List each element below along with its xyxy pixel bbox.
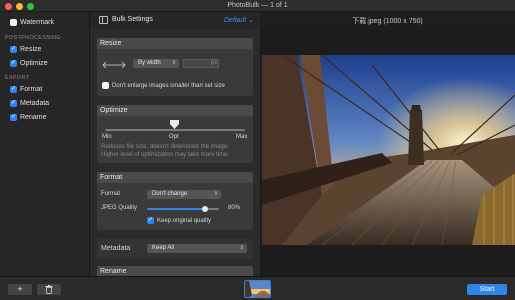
postprocessing-heading: POSTPROCESSING [5,35,61,41]
optimize-min-label: Min [102,134,112,140]
sidebar-item-watermark[interactable]: Watermark [10,18,54,27]
resize-checkbox[interactable]: ✓ [10,46,17,53]
resize-panel: Resize By width ⇕ px Don't enlarge image… [97,38,253,96]
optimize-desc-2: Higher level of optimization may take mo… [101,152,230,158]
format-select[interactable]: Don't change ⇕ [147,190,221,199]
preview-image [262,55,515,245]
jpeg-quality-slider-knob[interactable] [201,206,208,212]
sidebar-item-label: Watermark [20,19,54,26]
settings-panel: Resize By width ⇕ px Don't enlarge image… [90,30,260,276]
optimize-slider-knob[interactable] [170,120,179,129]
sidebar-toggle-icon[interactable] [99,16,108,24]
metadata-label: Metadata [101,245,131,252]
optimize-desc-1: Reduces file size, doesn't deteriorate t… [101,144,229,150]
rename-panel: Rename [97,266,253,276]
format-checkbox[interactable]: ✓ [10,86,17,93]
sidebar-item-label: Metadata [20,100,50,107]
sidebar-item-label: Optimize [20,60,48,67]
settings-header: Bulk Settings Default ⌄ [90,12,260,30]
select-arrows-icon: ⇕ [171,60,176,66]
jpeg-quality-label: JPEG Quality [101,205,138,211]
format-label: Format [101,191,121,197]
sidebar-item-optimize[interactable]: ✓ Optimize [10,59,48,68]
trash-icon [45,285,53,294]
title-bar: PhotoBulk — 1 of 1 [0,0,515,12]
optimize-heading: Optimize [97,105,253,116]
add-images-button[interactable]: + [8,284,32,295]
dont-enlarge-checkbox[interactable] [102,82,109,89]
preview-area [260,30,515,276]
keep-quality-checkbox[interactable]: ✓ [147,217,154,224]
resize-width-input[interactable]: px [183,59,219,68]
jpeg-quality-slider-fill [147,208,205,210]
preview-title: 下载.jpeg (1000 x 750) [352,18,423,25]
optimize-panel: Optimize Min Opt Max Reduces file size, … [97,105,253,163]
watermark-checkbox[interactable] [10,19,17,26]
sidebar-item-format[interactable]: ✓ Format [10,85,42,94]
thumbnail-image [245,281,270,297]
optimize-slider-track[interactable] [105,129,245,131]
select-arrows-icon: ⇕ [213,191,218,197]
metadata-value: Keep All [152,245,175,251]
start-button[interactable]: Start [467,284,507,295]
metadata-panel: Metadata Keep All ⇕ [97,239,253,258]
window-title: PhotoBulk — 1 of 1 [227,2,288,9]
preset-dropdown[interactable]: Default ⌄ [224,16,254,24]
sidebar-item-resize[interactable]: ✓ Resize [10,45,41,54]
optimize-max-label: Max [236,134,248,140]
keep-quality-label: Keep original quality [157,218,212,224]
preview-header: 下载.jpeg (1000 x 750) [260,12,515,30]
metadata-checkbox[interactable]: ✓ [10,100,17,107]
sidebar: Watermark POSTPROCESSING ✓ Resize ✓ Opti… [0,12,90,276]
settings-title: Bulk Settings [112,16,153,23]
rename-checkbox[interactable]: ✓ [10,114,17,121]
format-heading: Format [97,172,253,183]
plus-icon: + [17,284,23,294]
resize-mode-select[interactable]: By width ⇕ [133,59,179,68]
sidebar-item-label: Rename [20,114,47,121]
export-heading: EXPORT [5,75,30,81]
optimize-opt-label: Opt [169,134,179,140]
sidebar-item-rename[interactable]: ✓ Rename [10,113,46,122]
sidebar-item-label: Format [20,86,43,93]
optimize-checkbox[interactable]: ✓ [10,60,17,67]
delete-image-button[interactable] [37,284,61,295]
format-value: Don't change [152,191,188,197]
resize-unit-label: px [211,60,218,66]
sidebar-item-metadata[interactable]: ✓ Metadata [10,99,49,108]
image-thumbnail[interactable] [244,280,271,298]
resize-mode-value: By width [138,60,161,66]
jpeg-quality-value: 80% [228,205,241,211]
metadata-select[interactable]: Keep All ⇕ [147,244,247,253]
select-arrows-icon: ⇕ [239,245,244,251]
rename-heading: Rename [97,266,253,276]
sidebar-item-label: Resize [20,46,42,53]
dont-enlarge-label: Don't enlarge images smaller than set si… [112,83,225,89]
width-arrows-icon [102,61,126,69]
resize-heading: Resize [97,38,253,49]
bottom-toolbar: + Start [0,276,515,300]
format-panel: Format Format Don't change ⇕ JPEG Qualit… [97,172,253,230]
